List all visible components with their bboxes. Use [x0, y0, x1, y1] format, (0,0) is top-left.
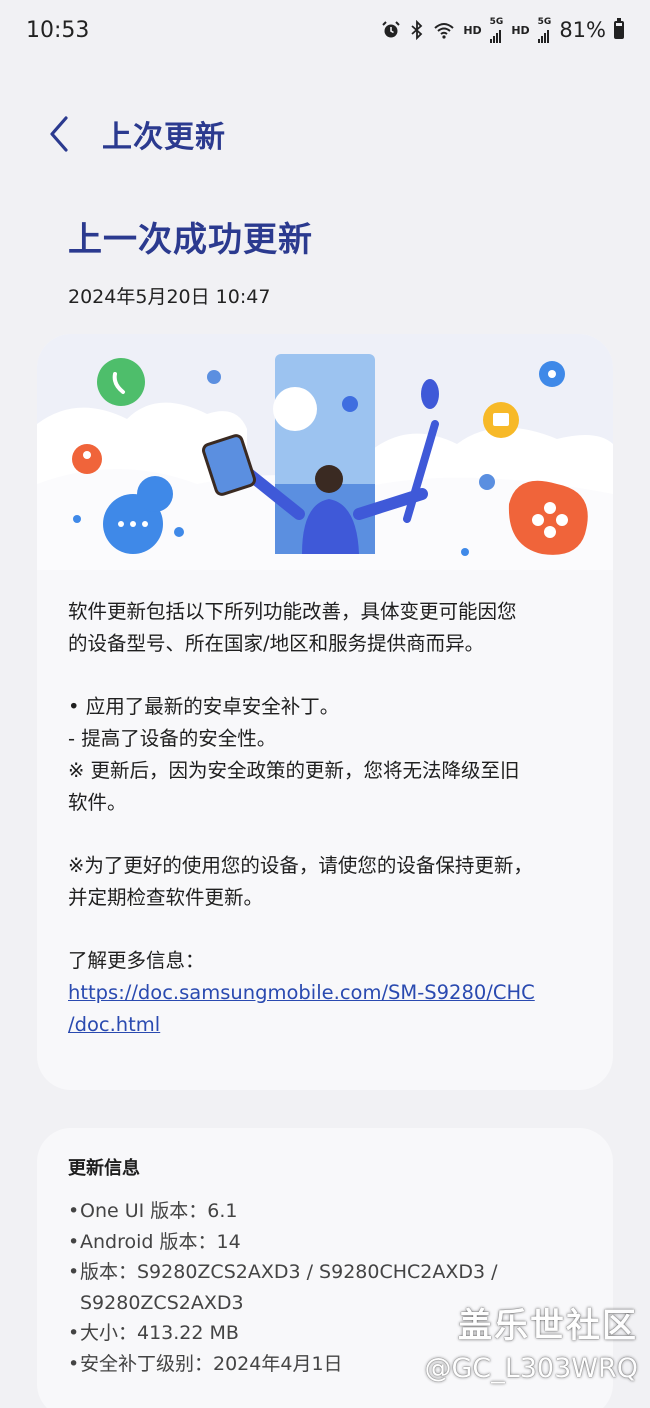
more-info-label: 了解更多信息： [68, 949, 205, 972]
security-patch-subnote: - 提高了设备的安全性。 [68, 727, 277, 750]
status-bar: 10:53 HD 5G HD 5G 81% [0, 0, 650, 60]
intro-text: 的设备型号、所在国家/地区和服务提供商而异。 [68, 632, 485, 655]
bluetooth-icon [411, 20, 423, 40]
status-icons: HD 5G HD 5G 81% [381, 17, 624, 43]
update-details-card: 软件更新包括以下所列功能改善，具体变更可能因您 的设备型号、所在国家/地区和服务… [37, 334, 613, 1090]
downgrade-warning: 软件。 [68, 791, 127, 814]
status-time: 10:53 [26, 17, 90, 43]
hd-label: HD [511, 23, 530, 37]
battery-icon [614, 18, 624, 39]
watermark-brand: 盖乐世社区 [458, 1306, 638, 1346]
security-patch-note: • 应用了最新的安卓安全补丁。 [68, 695, 340, 718]
hd-label: HD [463, 23, 482, 37]
more-info-link[interactable]: /doc.html [68, 1009, 588, 1041]
list-item: • One UI 版本：6.1 [68, 1200, 238, 1222]
signal-icon: 5G [537, 17, 551, 43]
community-watermark: 盖乐世社区 @GC_L303WRQ [424, 1298, 638, 1384]
watermark-user: @GC_L303WRQ [424, 1353, 638, 1384]
info-title: 更新信息 [68, 1158, 140, 1179]
update-advice: ※为了更好的使用您的设备，请使您的设备保持更新， [68, 854, 533, 877]
chevron-left-icon [50, 116, 68, 152]
more-info-link[interactable]: https://doc.samsungmobile.com/SM-S9280/C… [68, 977, 588, 1009]
list-item: • 版本：S9280ZCS2AXD3 / S9280CHC2AXD3 / [68, 1261, 498, 1283]
signal-icon: 5G [489, 17, 503, 43]
release-notes: 软件更新包括以下所列功能改善，具体变更可能因您 的设备型号、所在国家/地区和服务… [68, 596, 588, 1041]
intro-text: 软件更新包括以下所列功能改善，具体变更可能因您 [68, 600, 517, 623]
battery-percent: 81% [559, 18, 606, 42]
hero-illustration [37, 334, 613, 570]
wifi-icon [434, 23, 454, 39]
alarm-icon [382, 21, 401, 38]
update-advice: 并定期检查软件更新。 [68, 886, 264, 909]
header-title: 上次更新 [102, 120, 226, 155]
downgrade-warning: ※ 更新后，因为安全政策的更新，您将无法降级至旧 [68, 759, 520, 782]
page-title: 上一次成功更新 [68, 220, 313, 260]
back-button[interactable] [30, 108, 90, 160]
app-header: 上次更新 [0, 108, 650, 160]
list-item: • Android 版本：14 [68, 1230, 241, 1253]
update-date: 2024年5月20日 10:47 [68, 286, 271, 308]
